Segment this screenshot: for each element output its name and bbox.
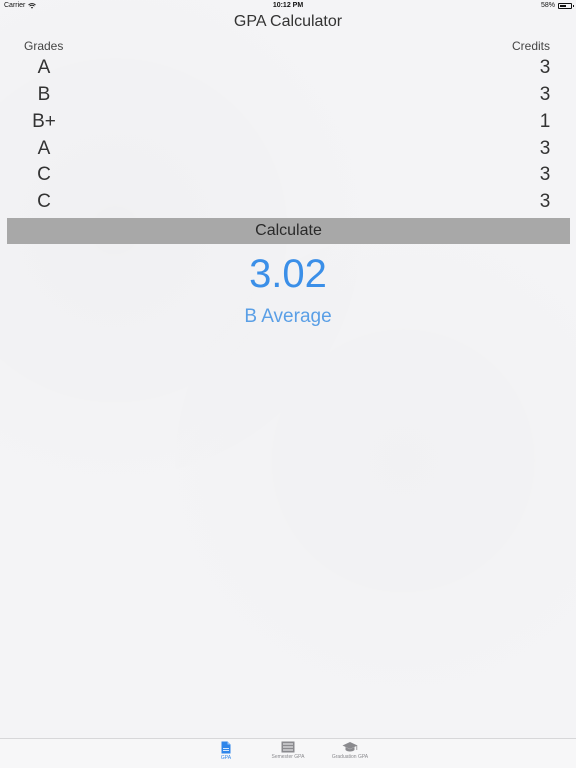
calculate-button[interactable]: Calculate (7, 218, 570, 244)
tab-bar: GPA Semester GPA Graduation GPA (0, 738, 576, 768)
grade-value[interactable]: A (16, 135, 72, 162)
battery-percent: 58% (540, 2, 555, 9)
gpa-value: 3.02 (249, 252, 327, 296)
tab-gpa[interactable]: GPA (211, 741, 241, 761)
grade-row: C 3 (0, 161, 576, 188)
battery-fill (560, 4, 566, 7)
grade-row: C 3 (0, 188, 576, 215)
credit-value[interactable]: 3 (534, 54, 556, 81)
gpa-average-label: B Average (244, 306, 332, 327)
grade-row: B 3 (0, 81, 576, 108)
status-bar: Carrier 10:12 PM 58% (0, 0, 576, 12)
grades-header: Grades (24, 39, 64, 53)
credit-value[interactable]: 3 (534, 81, 556, 108)
credits-header: Credits (511, 39, 550, 53)
credit-value[interactable]: 1 (534, 108, 556, 135)
grade-value[interactable]: C (16, 188, 72, 215)
battery-icon (558, 2, 574, 9)
credit-value[interactable]: 3 (534, 161, 556, 188)
grade-row: B+ 1 (0, 108, 576, 135)
credit-value[interactable]: 3 (534, 188, 556, 215)
tab-graduation-gpa[interactable]: Graduation GPA (326, 741, 374, 760)
tab-graduation-gpa-label: Graduation GPA (331, 754, 369, 760)
page-title: GPA Calculator (233, 13, 343, 30)
grade-value[interactable]: A (16, 54, 72, 81)
tab-semester-gpa-label: Semester GPA (271, 754, 305, 760)
grade-value[interactable]: B+ (16, 108, 72, 135)
grade-row: A 3 (0, 135, 576, 162)
tab-gpa-label: GPA (220, 755, 232, 761)
document-icon (221, 741, 231, 754)
status-time: 10:12 PM (272, 2, 304, 9)
grade-value[interactable]: B (16, 81, 72, 108)
grade-value[interactable]: C (16, 161, 72, 188)
credit-value[interactable]: 3 (534, 135, 556, 162)
status-right: 58% (540, 2, 574, 9)
list-icon (281, 741, 295, 753)
graduation-cap-icon (342, 742, 358, 752)
tab-semester-gpa[interactable]: Semester GPA (264, 741, 312, 760)
grade-row: A 3 (0, 54, 576, 81)
